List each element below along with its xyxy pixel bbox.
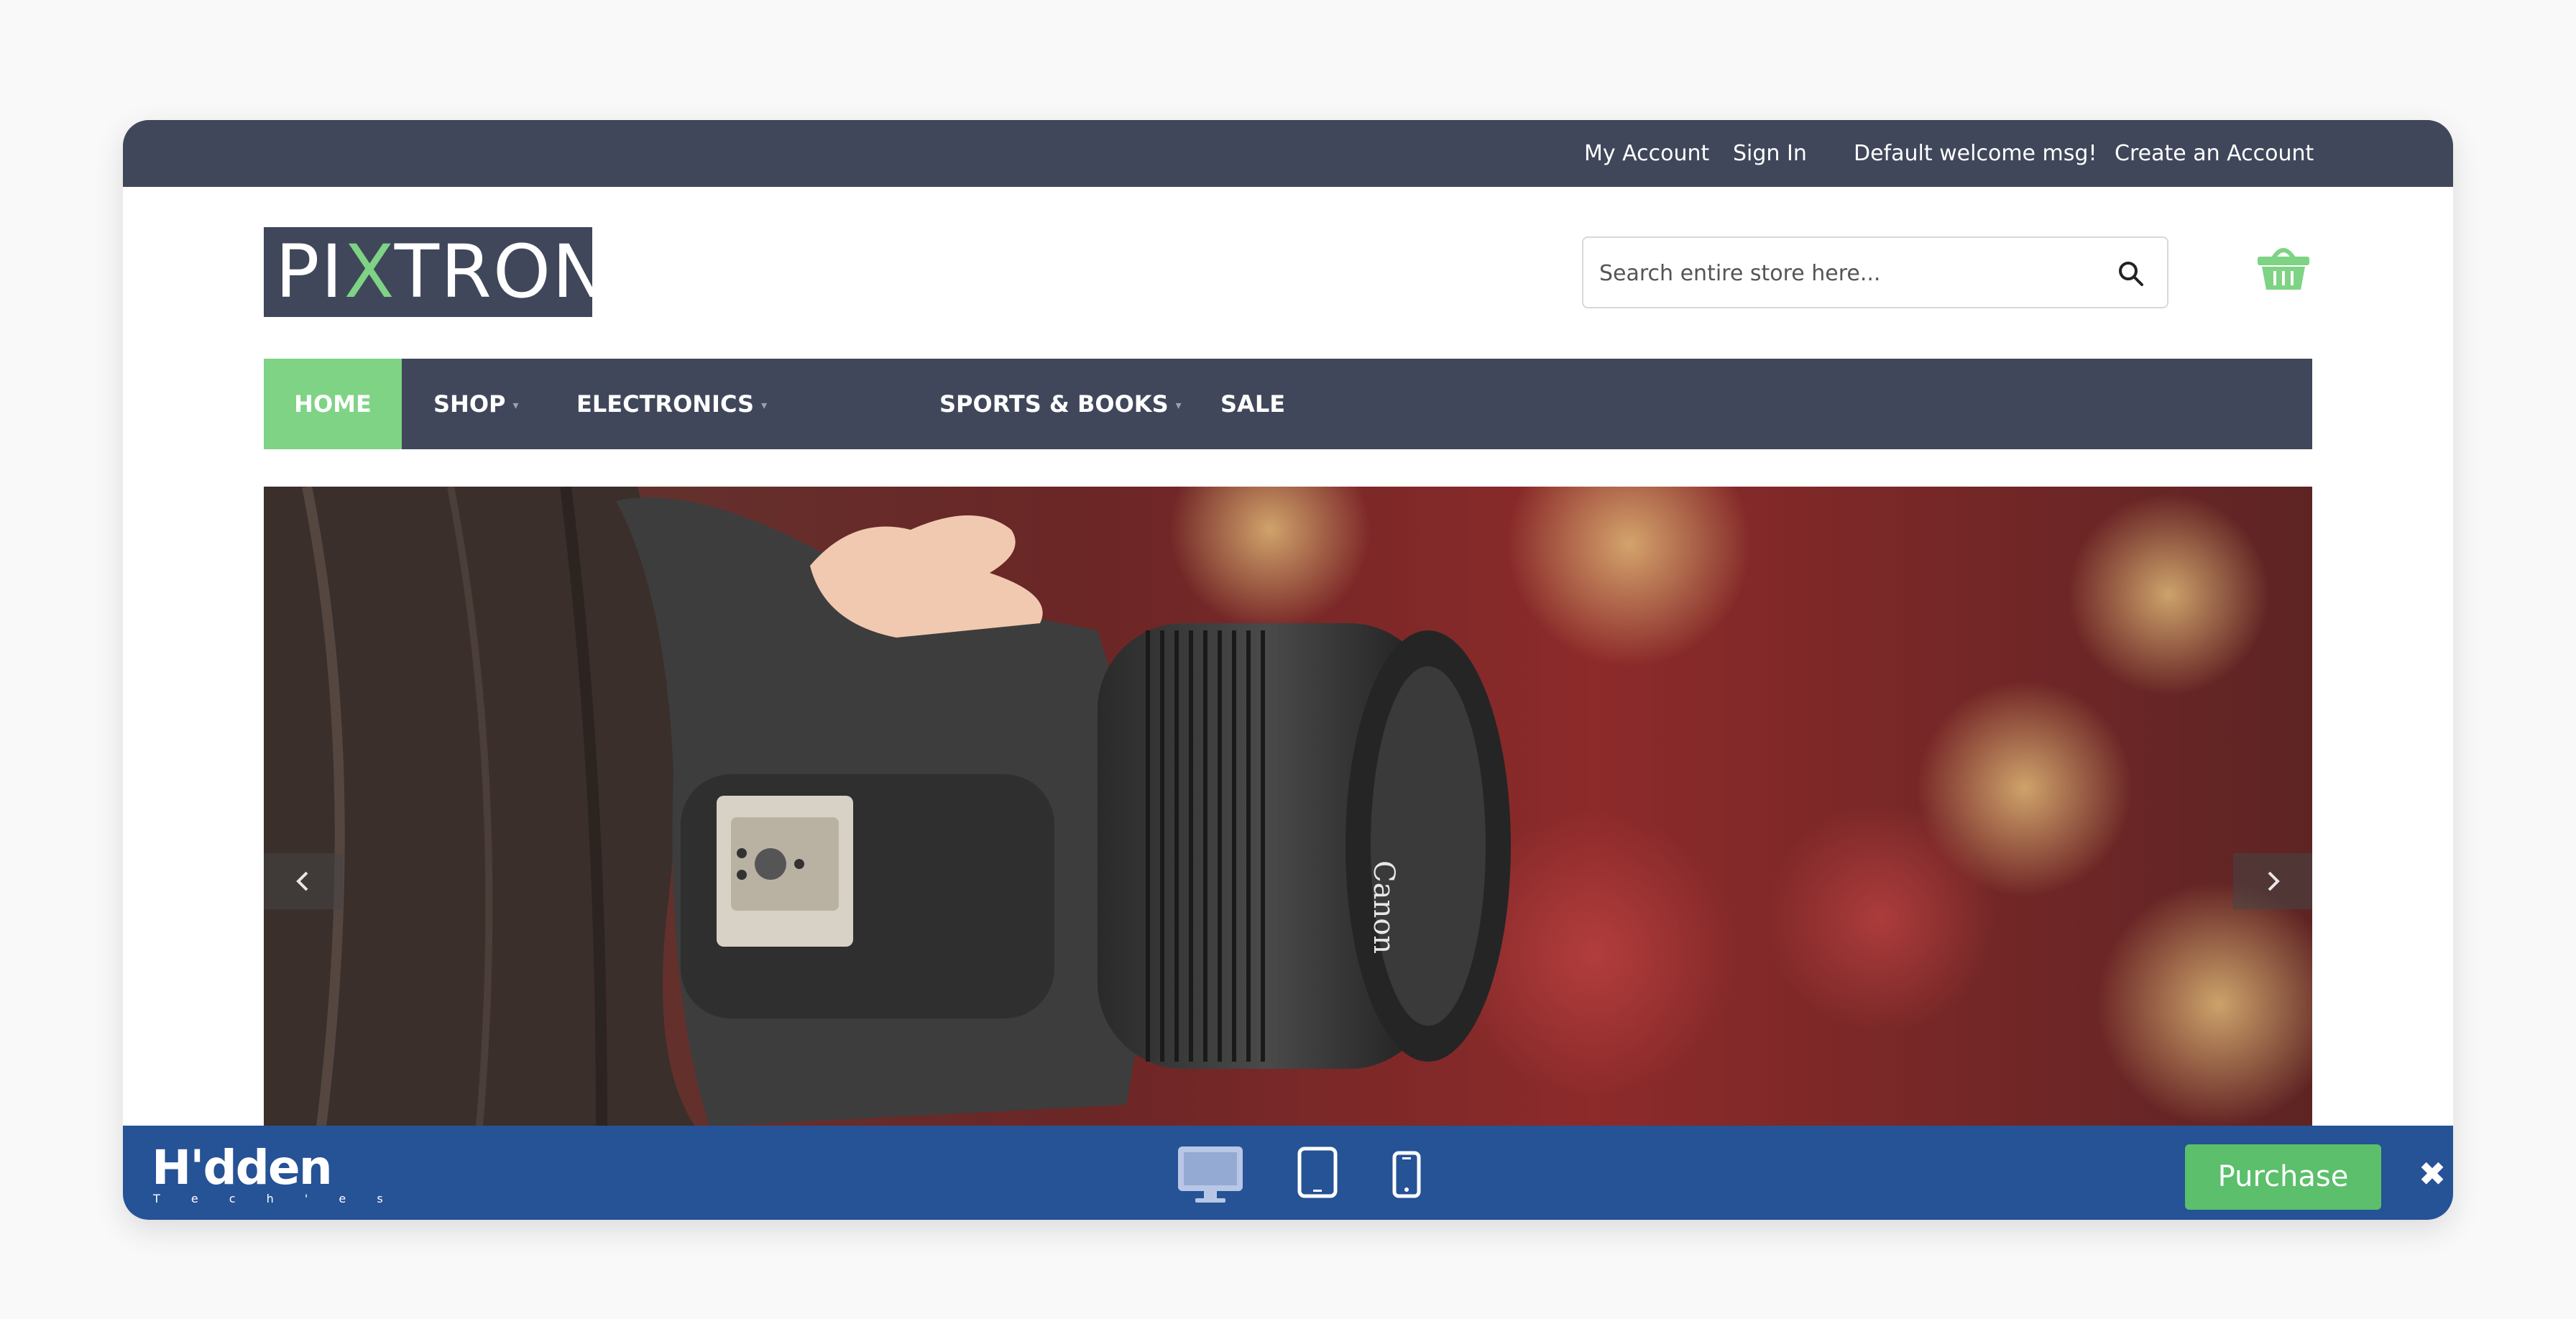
nav-label-shop: SHOP <box>433 390 506 418</box>
hero-image: Canon <box>264 487 2312 1126</box>
nav-label-sale: SALE <box>1220 390 1286 418</box>
purchase-button[interactable]: Purchase <box>2185 1144 2381 1210</box>
hero-slider: Canon <box>264 487 2312 1126</box>
logo-text: PIXTRON <box>275 229 609 315</box>
create-account-link[interactable]: Create an Account <box>2115 120 2314 187</box>
nav-label-sports-books: SPORTS & BOOKS <box>939 390 1169 418</box>
search-input[interactable] <box>1598 238 2104 308</box>
nav-item-sale[interactable]: SALE <box>1220 359 1285 449</box>
nav-label-home: HOME <box>294 390 372 418</box>
main-navigation: HOME SHOP ▾ ELECTRONICS ▾ SPORTS & BOOKS ▾ … <box>264 359 2312 449</box>
slider-prev-button[interactable] <box>264 853 343 909</box>
brand-logo[interactable]: H'dden T e c h ' e s <box>152 1140 383 1212</box>
welcome-message: Default welcome msg! <box>1854 141 2097 166</box>
caret-down-icon: ▾ <box>761 398 768 412</box>
caret-down-icon: ▾ <box>512 398 519 412</box>
search-box <box>1582 236 2168 308</box>
nav-item-home[interactable]: HOME <box>264 359 402 449</box>
brand-name: H'dden <box>152 1140 333 1195</box>
desktop-icon[interactable] <box>1177 1145 1244 1205</box>
brand-subtitle: T e c h ' e s <box>153 1192 397 1205</box>
lens-brand-text: Canon <box>1367 860 1400 954</box>
basket-icon[interactable] <box>2256 242 2311 293</box>
nav-label-electronics: ELECTRONICS <box>576 390 755 418</box>
chevron-left-icon <box>296 871 308 891</box>
store-frame: My Account Sign In Default welcome msg! … <box>123 120 2453 1220</box>
tablet-icon[interactable] <box>1297 1146 1338 1198</box>
nav-item-shop[interactable]: SHOP ▾ <box>433 359 519 449</box>
search-icon[interactable] <box>2117 259 2145 288</box>
nav-item-electronics[interactable]: ELECTRONICS ▾ <box>576 359 767 449</box>
caret-down-icon: ▾ <box>1175 398 1182 412</box>
my-account-link[interactable]: My Account <box>1584 120 1709 187</box>
sign-in-link[interactable]: Sign In <box>1733 120 1807 187</box>
site-logo[interactable]: PIXTRON <box>264 227 607 317</box>
demo-bottom-bar: H'dden T e c h ' e s Purchase ✖ <box>123 1126 2453 1220</box>
chevron-right-icon <box>2268 871 2280 891</box>
close-icon[interactable]: ✖ <box>2414 1156 2450 1192</box>
mobile-icon[interactable] <box>1392 1151 1421 1198</box>
nav-item-sports-books[interactable]: SPORTS & BOOKS ▾ <box>939 359 1182 449</box>
top-header-bar: My Account Sign In Default welcome msg! … <box>123 120 2453 187</box>
slider-next-button[interactable] <box>2233 853 2312 909</box>
